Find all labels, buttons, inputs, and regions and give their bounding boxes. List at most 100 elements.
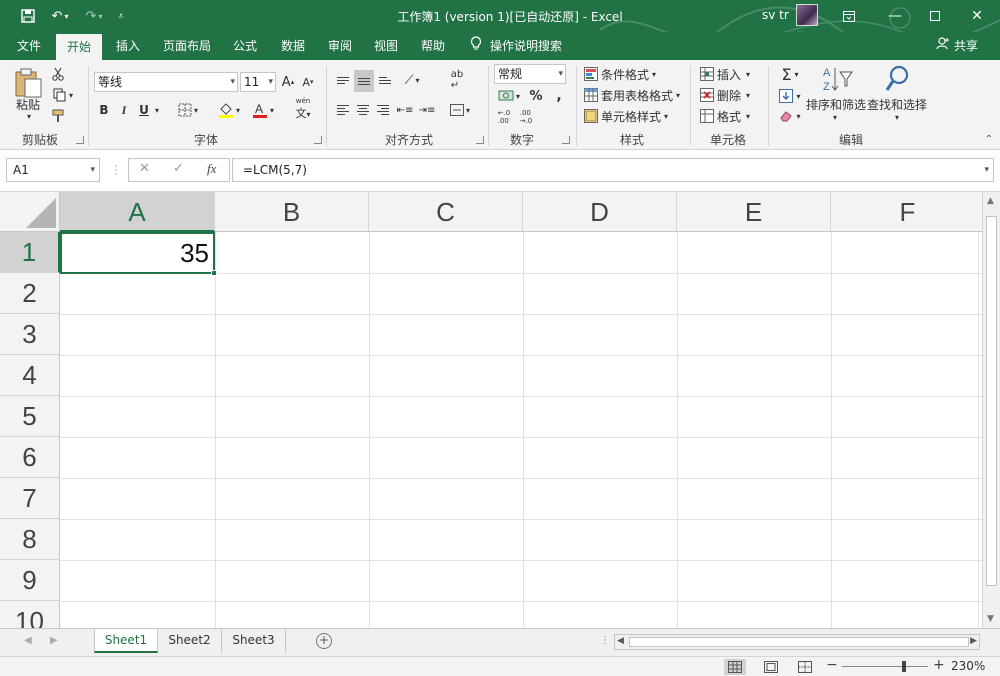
underline-button[interactable]: U: [136, 100, 152, 120]
column-header-b[interactable]: B: [215, 192, 369, 232]
decrease-font-size-icon[interactable]: A ▾: [300, 72, 316, 92]
close-icon[interactable]: ✕: [954, 0, 1000, 32]
expand-formula-bar-icon[interactable]: ▾: [984, 159, 989, 181]
collapse-ribbon-icon[interactable]: ⌃: [982, 132, 996, 146]
increase-font-size-icon[interactable]: A ▴: [280, 72, 296, 92]
ribbon-display-options-icon[interactable]: [826, 0, 872, 32]
bold-button[interactable]: B: [96, 100, 112, 120]
horizontal-scrollbar[interactable]: ◀ ▶: [614, 634, 980, 650]
page-layout-view-icon[interactable]: [760, 659, 782, 675]
zoom-slider-thumb[interactable]: [902, 661, 906, 672]
sheet-tab-sheet1[interactable]: Sheet1: [94, 629, 158, 653]
column-header-d[interactable]: D: [523, 192, 677, 232]
increase-indent-icon[interactable]: ⇥≡: [418, 100, 436, 120]
scroll-down-icon[interactable]: ▼: [987, 614, 994, 624]
fill-handle[interactable]: [211, 270, 217, 276]
enter-icon[interactable]: ✓: [173, 161, 184, 176]
formula-bar-splitter[interactable]: ⋮: [110, 160, 122, 180]
merge-center-icon[interactable]: ▾: [446, 100, 474, 120]
decrease-decimal-icon[interactable]: .00 →.0: [516, 108, 536, 126]
row-header-6[interactable]: 6: [0, 437, 60, 478]
row-header-9[interactable]: 9: [0, 560, 60, 601]
tab-review[interactable]: 审阅: [320, 32, 360, 60]
zoom-slider[interactable]: [842, 666, 928, 667]
tab-insert[interactable]: 插入: [106, 32, 150, 60]
font-color-icon[interactable]: A ▾: [248, 100, 278, 120]
tab-file[interactable]: 文件: [6, 32, 52, 60]
align-center-icon[interactable]: [354, 100, 372, 120]
column-header-e[interactable]: E: [677, 192, 831, 232]
format-painter-icon[interactable]: [50, 108, 66, 124]
vertical-scrollbar[interactable]: ▲ ▼: [982, 192, 1000, 628]
scroll-left-icon[interactable]: ◀: [617, 636, 624, 646]
scroll-right-icon[interactable]: ▶: [970, 636, 977, 646]
undo-icon[interactable]: ↶ ▾: [46, 7, 74, 25]
zoom-level[interactable]: 230%: [951, 659, 985, 673]
normal-view-icon[interactable]: [724, 659, 746, 675]
scroll-up-icon[interactable]: ▲: [987, 196, 994, 206]
find-select-dropdown-icon[interactable]: ▾: [892, 112, 902, 122]
insert-function-icon[interactable]: fx: [207, 161, 216, 177]
save-icon[interactable]: [18, 7, 38, 25]
select-all-button[interactable]: [0, 192, 60, 232]
increase-decimal-icon[interactable]: ←.0.00: [494, 108, 514, 126]
page-break-preview-icon[interactable]: [794, 659, 816, 675]
clipboard-launcher-icon[interactable]: [76, 136, 84, 144]
column-header-a[interactable]: A: [60, 192, 215, 232]
conditional-formatting-button[interactable]: 条件格式 ▾: [584, 65, 684, 83]
tab-splitter-icon[interactable]: ⋮: [600, 635, 610, 646]
decrease-indent-icon[interactable]: ⇤≡: [396, 100, 414, 120]
new-sheet-icon[interactable]: +: [316, 633, 332, 649]
number-launcher-icon[interactable]: [562, 136, 570, 144]
avatar[interactable]: [796, 4, 818, 26]
tab-help[interactable]: 帮助: [412, 32, 454, 60]
align-right-icon[interactable]: [374, 100, 392, 120]
fill-icon[interactable]: ▾: [776, 86, 804, 106]
vertical-scroll-thumb[interactable]: [986, 216, 997, 586]
align-top-icon[interactable]: [334, 70, 352, 90]
customize-quick-access-icon[interactable]: ⩡: [114, 7, 128, 25]
find-select-icon[interactable]: [882, 64, 912, 94]
copy-icon[interactable]: ▾: [50, 87, 76, 103]
alignment-launcher-icon[interactable]: [476, 136, 484, 144]
number-format-combo[interactable]: 常规 ▾: [494, 64, 566, 84]
chevron-down-icon[interactable]: ▾: [90, 159, 95, 181]
comma-style-icon[interactable]: ,: [552, 86, 566, 106]
tab-view[interactable]: 视图: [366, 32, 406, 60]
fill-color-icon[interactable]: ▾: [214, 100, 244, 120]
tell-me-search[interactable]: 操作说明搜索: [470, 32, 562, 60]
row-header-3[interactable]: 3: [0, 314, 60, 355]
font-launcher-icon[interactable]: [314, 136, 322, 144]
tab-page-layout[interactable]: 页面布局: [156, 32, 218, 60]
cut-icon[interactable]: [50, 66, 66, 82]
row-header-2[interactable]: 2: [0, 273, 60, 314]
borders-icon[interactable]: ▾: [174, 100, 202, 120]
format-cells-button[interactable]: 格式 ▾: [700, 107, 764, 125]
row-header-8[interactable]: 8: [0, 519, 60, 560]
sheet-tab-sheet3[interactable]: Sheet3: [222, 629, 286, 653]
share-button[interactable]: 共享: [936, 32, 978, 60]
phonetic-guide-icon[interactable]: wén 文▾: [288, 97, 318, 120]
cell-styles-button[interactable]: 单元格样式 ▾: [584, 107, 684, 125]
align-left-icon[interactable]: [334, 100, 352, 120]
name-box[interactable]: A1 ▾: [6, 158, 100, 182]
font-name-combo[interactable]: 等线 ▾: [94, 72, 238, 92]
row-header-10[interactable]: 10: [0, 601, 60, 628]
column-header-c[interactable]: C: [369, 192, 523, 232]
row-header-7[interactable]: 7: [0, 478, 60, 519]
redo-icon[interactable]: ↷ ▾: [80, 7, 108, 25]
align-bottom-icon[interactable]: [376, 70, 394, 90]
zoom-out-icon[interactable]: −: [826, 657, 838, 673]
tab-formulas[interactable]: 公式: [224, 32, 266, 60]
cell-a1[interactable]: 35: [60, 232, 215, 274]
align-middle-icon[interactable]: [354, 70, 374, 92]
row-header-5[interactable]: 5: [0, 396, 60, 437]
find-select-button[interactable]: 查找和选择: [866, 96, 928, 112]
column-header-f[interactable]: F: [831, 192, 982, 232]
underline-dropdown-icon[interactable]: ▾: [152, 100, 162, 120]
orientation-icon[interactable]: ⟋ ▾: [398, 70, 426, 90]
horizontal-scroll-thumb[interactable]: [629, 637, 969, 647]
autosum-icon[interactable]: Σ ▾: [776, 64, 804, 84]
wrap-text-icon[interactable]: ab ↵: [448, 68, 466, 92]
sort-filter-icon[interactable]: AZ: [816, 64, 856, 94]
